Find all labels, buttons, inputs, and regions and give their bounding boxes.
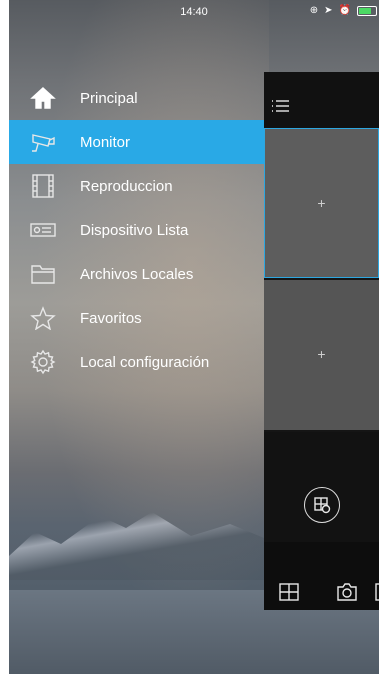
menu-item-monitor[interactable]: Monitor [9, 120, 273, 164]
monitor-panel: + + [264, 72, 379, 610]
menu-item-reproduccion[interactable]: Reproduccion [9, 164, 273, 208]
status-icons: ⊕ ➤ ⏰ [310, 5, 377, 16]
video-tile-2[interactable]: + [264, 280, 379, 430]
gear-icon [29, 348, 57, 376]
menu-item-label: Favoritos [80, 309, 142, 327]
video-tile-1[interactable]: + [264, 128, 379, 278]
rotation-lock-icon: ⊕ [309, 5, 319, 16]
dvr-device-icon [29, 216, 57, 244]
app-screen: 14:40 ⊕ ➤ ⏰ Principal Monitor Reproducci… [9, 0, 379, 674]
status-bar: 14:40 ⊕ ➤ ⏰ [9, 0, 379, 22]
menu-list-icon[interactable] [270, 98, 290, 119]
menu-item-label: Principal [80, 89, 138, 107]
menu-item-archivos-locales[interactable]: Archivos Locales [9, 252, 273, 296]
menu-item-principal[interactable]: Principal [9, 76, 273, 120]
star-icon [29, 304, 57, 332]
side-menu: Principal Monitor Reproduccion Dispositi… [9, 76, 273, 384]
battery-icon [357, 5, 377, 16]
playback-schedule-button[interactable] [304, 487, 340, 523]
menu-item-label: Reproduccion [80, 177, 173, 195]
menu-item-label: Archivos Locales [80, 265, 194, 283]
folder-icon [29, 260, 57, 288]
camera-snapshot-icon[interactable] [336, 582, 358, 607]
alarm-icon: ⏰ [338, 5, 351, 16]
grid-clock-icon [314, 497, 331, 514]
split-screen-icon[interactable] [278, 582, 300, 607]
monitor-toolbar [264, 72, 379, 128]
menu-item-label: Monitor [80, 133, 131, 151]
record-icon[interactable] [374, 582, 379, 607]
home-icon [29, 84, 57, 112]
film-icon [29, 172, 57, 200]
cctv-camera-icon [29, 128, 57, 156]
background-mountain [9, 512, 269, 580]
menu-item-favoritos[interactable]: Favoritos [9, 296, 273, 340]
menu-item-label: Local configuración [80, 353, 210, 371]
add-channel-1[interactable]: + [265, 195, 378, 211]
menu-item-label: Dispositivo Lista [80, 221, 189, 239]
location-icon: ➤ [324, 5, 333, 16]
menu-item-dispositivo-lista[interactable]: Dispositivo Lista [9, 208, 273, 252]
add-channel-2[interactable]: + [264, 346, 379, 362]
menu-item-local-configuracion[interactable]: Local configuración [9, 340, 273, 384]
